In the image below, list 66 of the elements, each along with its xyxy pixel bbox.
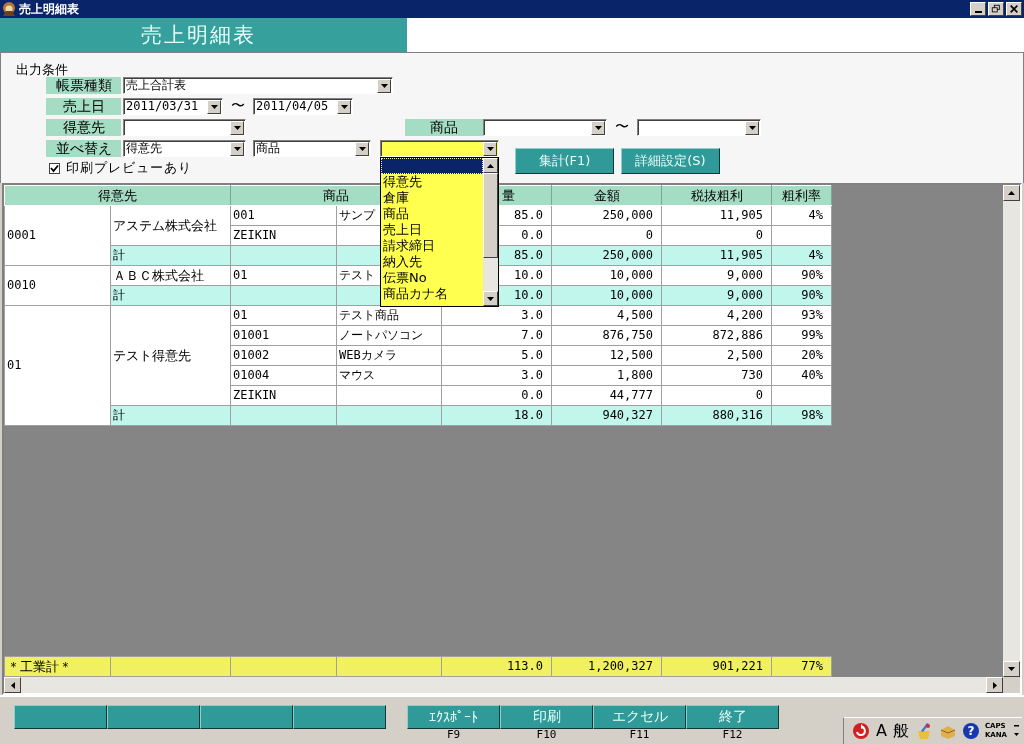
scroll-up-button[interactable] — [483, 158, 498, 173]
minimize-icon — [974, 11, 982, 13]
table-cell: 1,200,327 — [551, 656, 662, 677]
dropdown-field[interactable]: 売上合計表 — [123, 77, 393, 94]
scroll-left-button[interactable] — [4, 677, 21, 693]
column-header: 税抜粗利 — [661, 185, 772, 206]
table-cell: テスト得意先 — [110, 305, 231, 406]
function-button[interactable] — [200, 705, 293, 729]
dropdown-field[interactable]: 得意先 — [123, 140, 246, 157]
scrollbar-corner — [1003, 677, 1020, 693]
dropdown-option[interactable] — [381, 158, 483, 174]
checkbox-label: 印刷プレビューあり — [66, 161, 192, 175]
key-label: F11 — [629, 729, 650, 740]
check-icon — [50, 163, 59, 173]
restore-button[interactable] — [988, 2, 1004, 16]
key-label: F10 — [536, 729, 557, 740]
dropdown-field[interactable] — [483, 119, 607, 136]
ime-icon — [851, 722, 870, 740]
charset-label[interactable]: 般 — [892, 722, 909, 740]
field-label: 帳票種類 — [46, 77, 121, 94]
minimize-button[interactable] — [970, 2, 986, 16]
column-header: 得意先 — [4, 185, 231, 206]
help-icon[interactable]: ? — [962, 723, 979, 739]
section-heading: 出力条件 — [16, 62, 69, 77]
function-button[interactable] — [14, 705, 107, 729]
table-cell: アステム株式会社 — [110, 205, 231, 246]
range-separator: 〜 — [614, 119, 630, 134]
field-label: 売上日 — [46, 98, 121, 115]
input-mode-label[interactable]: A — [875, 722, 887, 740]
range-separator: 〜 — [230, 98, 246, 113]
dropdown-field[interactable]: 商品 — [253, 140, 371, 157]
table-cell: 01 — [4, 305, 111, 426]
table-cell: 901,221 — [661, 656, 772, 677]
scroll-down-button[interactable] — [1003, 661, 1020, 677]
checkbox[interactable] — [49, 162, 60, 174]
dropdown-field[interactable]: 2011/04/05 — [253, 98, 353, 115]
table-cell: 113.0 — [441, 656, 552, 677]
table-cell: 0001 — [4, 205, 111, 266]
key-label: F9 — [446, 729, 461, 740]
screen-title: 売上明細表 — [0, 18, 407, 52]
dropdown-field[interactable] — [123, 119, 246, 136]
table-cell: 77% — [771, 656, 832, 677]
column-header: 金額 — [551, 185, 662, 206]
dropdown-field[interactable] — [637, 119, 761, 136]
field-label: 得意先 — [46, 119, 121, 136]
window-title: 売上明細表 — [19, 1, 79, 17]
down-arrow-icon — [1006, 664, 1017, 674]
scroll-right-button[interactable] — [986, 677, 1003, 693]
close-icon — [1009, 4, 1019, 14]
key-label: F12 — [722, 729, 743, 740]
scroll-thumb[interactable] — [483, 173, 498, 258]
table-cell: 0010 — [4, 265, 111, 306]
table-cell: ＊工業計＊ — [4, 656, 111, 677]
field-label: 並べ替え — [46, 140, 121, 157]
scroll-up-button[interactable] — [1003, 185, 1020, 201]
dropdown-field[interactable]: 2011/03/31 — [123, 98, 223, 115]
function-button[interactable] — [293, 705, 386, 729]
column-header: 粗利率 — [771, 185, 832, 206]
dropdown-field[interactable] — [380, 140, 499, 157]
scroll-down-button[interactable] — [483, 291, 498, 306]
close-button[interactable] — [1006, 2, 1022, 16]
restore-icon — [991, 4, 1001, 14]
field-label: 商品 — [405, 119, 483, 136]
function-button[interactable] — [107, 705, 200, 729]
up-arrow-icon — [1006, 188, 1017, 198]
app-icon — [1, 1, 17, 17]
